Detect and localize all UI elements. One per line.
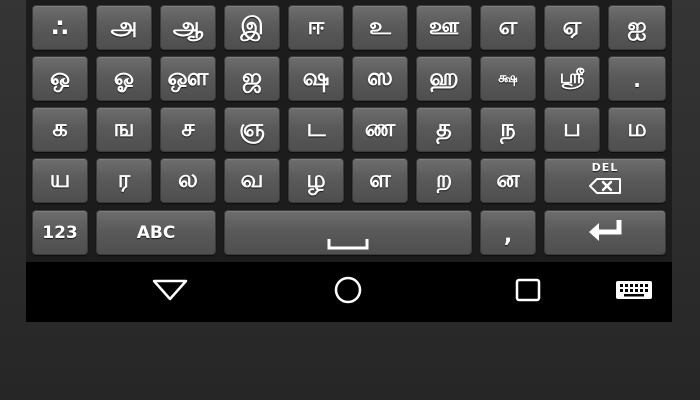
space-bar-icon <box>327 228 369 255</box>
android-navigation-bar <box>26 262 672 322</box>
delete-key[interactable]: DEL <box>544 158 666 203</box>
key-sha[interactable]: ஷ <box>288 56 344 101</box>
key-ai[interactable]: ஐ <box>608 5 666 50</box>
key-ja[interactable]: ஜ <box>224 56 280 101</box>
home-button[interactable] <box>318 262 378 322</box>
key-va[interactable]: வ <box>224 158 280 203</box>
key-ii[interactable]: ஈ <box>288 5 344 50</box>
key-ee[interactable]: ஏ <box>544 5 600 50</box>
keyboard-icon <box>615 279 653 305</box>
key-nya[interactable]: ஞ <box>224 107 280 152</box>
back-button[interactable] <box>140 262 200 322</box>
key-zha[interactable]: ழ <box>288 158 344 203</box>
key-oo[interactable]: ஓ <box>96 56 152 101</box>
key-tta[interactable]: ட <box>288 107 344 152</box>
key-ksha[interactable]: க்ஷ <box>480 56 536 101</box>
key-ka[interactable]: க <box>32 107 88 152</box>
key-ma[interactable]: ம <box>608 107 666 152</box>
space-bar[interactable] <box>224 210 472 255</box>
key-nna[interactable]: ண <box>352 107 408 152</box>
key-aa[interactable]: ஆ <box>160 5 216 50</box>
key-i[interactable]: இ <box>224 5 280 50</box>
key-ta[interactable]: த <box>416 107 472 152</box>
key-therefore[interactable]: ∴ <box>32 5 88 50</box>
key-ca[interactable]: ச <box>160 107 216 152</box>
key-ha[interactable]: ஹ <box>416 56 472 101</box>
key-o[interactable]: ஒ <box>32 56 88 101</box>
key-nnna[interactable]: ன <box>480 158 536 203</box>
enter-key[interactable] <box>544 210 666 255</box>
keyboard-switch-button[interactable] <box>604 262 664 322</box>
key-ra[interactable]: ர <box>96 158 152 203</box>
enter-arrow-icon <box>585 217 625 249</box>
comma-key[interactable]: , <box>480 210 536 255</box>
delete-key-content: DEL <box>587 162 623 199</box>
key-a[interactable]: அ <box>96 5 152 50</box>
key-rra[interactable]: ற <box>416 158 472 203</box>
key-u[interactable]: உ <box>352 5 408 50</box>
key-au[interactable]: ஔ <box>160 56 216 101</box>
key-sri[interactable]: ஶ்ரீ <box>544 56 600 101</box>
delete-label: DEL <box>591 161 619 174</box>
key-ya[interactable]: ய <box>32 158 88 203</box>
key-nga[interactable]: ங <box>96 107 152 152</box>
abc-key[interactable]: ABC <box>96 210 216 255</box>
square-recents-icon <box>514 277 542 307</box>
recents-button[interactable] <box>498 262 558 322</box>
key-lla[interactable]: ள <box>352 158 408 203</box>
tamil-keyboard: ∴ அ ஆ இ ஈ உ ஊ எ ஏ ஐ ஒ ஓ ஔ ஜ ஷ ஸ ஹ க்ஷ ஶ்… <box>26 0 672 262</box>
key-pa[interactable]: ப <box>544 107 600 152</box>
numbers-key[interactable]: 123 <box>32 210 88 255</box>
key-e[interactable]: எ <box>480 5 536 50</box>
key-period[interactable]: . <box>608 56 666 101</box>
circle-home-icon <box>332 274 364 310</box>
key-uu[interactable]: ஊ <box>416 5 472 50</box>
key-na[interactable]: ந <box>480 107 536 152</box>
triangle-back-icon <box>151 278 189 306</box>
key-la[interactable]: ல <box>160 158 216 203</box>
key-sa[interactable]: ஸ <box>352 56 408 101</box>
backspace-icon <box>587 175 623 199</box>
